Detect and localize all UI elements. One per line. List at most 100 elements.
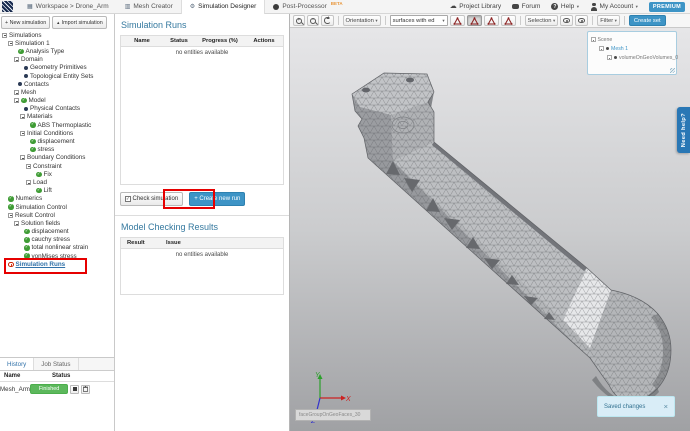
tree-item-label: displacement <box>31 228 69 236</box>
tree-expander-icon[interactable] <box>8 40 13 46</box>
filter-dropdown[interactable]: Filter ▾ <box>597 15 620 26</box>
tree-expander-icon[interactable] <box>20 114 25 120</box>
tree-item[interactable]: displacement <box>0 228 115 236</box>
tree-item[interactable]: Geometry Primitives <box>0 64 115 72</box>
mesh-display-toggle[interactable] <box>483 15 499 26</box>
tab-mesh-creator[interactable]: ▥ Mesh Creator <box>117 0 181 14</box>
tree-item[interactable]: Domain <box>0 56 115 64</box>
tree-item[interactable]: Solution fields <box>0 219 115 227</box>
tree-item[interactable]: Physical Contacts <box>0 105 115 113</box>
viewer-canvas[interactable]: Scene Mesh 1 volumeOnGeoVolumes_0 Need h… <box>290 28 690 431</box>
tree-expander-icon[interactable] <box>14 57 19 63</box>
tab-simulation-designer[interactable]: ⚙ Simulation Designer <box>180 0 266 14</box>
tab-post-processor[interactable]: Post-Processor BETA <box>265 0 350 14</box>
tree-item[interactable]: Topological Entity Sets <box>0 72 115 80</box>
help-menu[interactable]: ? Help ▾ <box>551 3 579 10</box>
tree-expander-icon[interactable] <box>14 89 19 95</box>
tree-expander-icon[interactable] <box>8 212 13 218</box>
scene-item-row[interactable]: volumeOnGeoVolumes_0 <box>607 53 678 62</box>
tree-item[interactable]: Fix <box>0 170 115 178</box>
tree-item[interactable]: Lift <box>0 187 115 195</box>
toolbar-separator <box>384 16 386 25</box>
workspace-breadcrumb[interactable]: ▦ Workspace > Drone_Arm <box>19 0 117 14</box>
history-row[interactable]: Mesh_Arm Finished <box>0 382 114 396</box>
mesh-display-toggle[interactable] <box>466 15 482 26</box>
delete-job-button[interactable] <box>81 384 91 394</box>
tree-expander-icon[interactable] <box>591 37 596 42</box>
selection-dropdown[interactable]: Selection ▾ <box>524 15 559 26</box>
tree-item[interactable]: displacement <box>0 137 115 145</box>
tree-item-label: ABS Thermoplastic <box>37 121 92 129</box>
visibility-checkbox[interactable] <box>599 46 604 51</box>
tree-item[interactable]: ABS Thermoplastic <box>0 121 115 129</box>
tree-item[interactable]: Constraint <box>0 162 115 170</box>
stop-job-button[interactable] <box>70 384 80 394</box>
zoom-out-icon <box>310 17 316 24</box>
tree-expander-icon[interactable] <box>14 98 19 104</box>
tree-item-label: Simulation Runs <box>15 260 66 268</box>
tree-item[interactable]: Numerics <box>0 195 115 203</box>
tree-item-label: Boundary Conditions <box>27 154 86 162</box>
mesh-creator-icon: ▥ <box>124 4 131 10</box>
mesh-display-toggle[interactable] <box>449 15 465 26</box>
tree-item[interactable]: Initial Conditions <box>0 129 115 137</box>
tree-item[interactable]: stress <box>0 146 115 154</box>
zoom-in-button[interactable] <box>293 15 305 26</box>
app-logo[interactable] <box>2 1 13 12</box>
visibility-checkbox[interactable] <box>607 55 612 60</box>
need-help-tab[interactable]: Need help? <box>677 107 690 153</box>
person-icon <box>590 2 597 11</box>
tree-item[interactable]: total nonlinear strain <box>0 244 115 252</box>
tree-item[interactable]: Simulation Runs <box>0 258 115 275</box>
history-tab[interactable]: Job Status <box>34 358 79 370</box>
tree-expander-icon[interactable] <box>2 32 7 38</box>
forum-link[interactable]: Forum <box>512 3 540 10</box>
tree-item[interactable]: vonMises stress <box>0 252 115 260</box>
create-set-button[interactable]: Create set <box>628 15 666 26</box>
tree-item[interactable]: Simulation Control <box>0 203 115 211</box>
tree-item-label: Mesh <box>21 88 37 96</box>
orientation-dropdown[interactable]: Orientation ▾ <box>342 15 381 26</box>
import-simulation-button[interactable]: ▲ Import simulation <box>52 16 107 29</box>
tree-item[interactable]: Mesh <box>0 88 115 96</box>
tree-item[interactable]: Materials <box>0 113 115 121</box>
tree-expander-icon[interactable] <box>26 163 31 169</box>
display-mode-select[interactable]: surfaces with ed ▾ <box>389 15 448 26</box>
tree-item[interactable]: Simulations <box>0 31 115 39</box>
tree-expander-icon[interactable] <box>20 130 25 136</box>
tree-item[interactable]: Boundary Conditions <box>0 154 115 162</box>
history-tab[interactable]: History <box>0 358 35 370</box>
check-simulation-button[interactable]: ✓ Check simulation <box>120 192 184 206</box>
project-library-link[interactable]: ☁ Project Library <box>450 3 501 10</box>
scene-item-row[interactable]: Mesh 1 <box>599 44 674 53</box>
tree-item-label: Materials <box>27 113 53 121</box>
tree-expander-icon[interactable] <box>26 179 31 185</box>
tree-item[interactable]: Analysis Type <box>0 47 115 55</box>
tree-expander-icon[interactable] <box>14 220 19 226</box>
resize-handle[interactable] <box>670 68 675 73</box>
hide-selected-button[interactable] <box>575 15 589 26</box>
sidebar-toolbar: + New simulation ▲ Import simulation <box>0 14 114 31</box>
tree-item[interactable]: Load <box>0 178 115 186</box>
mesh-display-toggle[interactable] <box>500 15 516 26</box>
scene-tree-overlay: Scene Mesh 1 volumeOnGeoVolumes_0 <box>587 31 678 75</box>
scene-root-row[interactable]: Scene <box>591 35 674 44</box>
eye-icon[interactable] <box>613 55 617 60</box>
mc-empty-text: no entities available <box>175 252 229 258</box>
reset-view-button[interactable] <box>321 15 334 26</box>
tree-item[interactable]: cauchy stress <box>0 236 115 244</box>
tree-item[interactable]: Contacts <box>0 80 115 88</box>
mesh-triangle-icon <box>487 16 496 25</box>
my-account-menu[interactable]: My Account ▾ <box>590 2 638 11</box>
tree-item[interactable]: Result Control <box>0 211 115 219</box>
show-selected-button[interactable] <box>560 15 574 26</box>
tree-item-label: Lift <box>43 187 52 195</box>
new-simulation-button[interactable]: + New simulation <box>1 16 51 29</box>
tree-item[interactable]: Simulation 1 <box>0 39 115 47</box>
close-icon[interactable]: × <box>664 402 668 411</box>
zoom-out-button[interactable] <box>307 15 319 26</box>
tree-expander-icon[interactable] <box>20 155 25 161</box>
eye-icon[interactable] <box>605 46 609 51</box>
create-new-run-button[interactable]: + Create new run <box>189 192 246 206</box>
tree-item[interactable]: Model <box>0 97 115 105</box>
